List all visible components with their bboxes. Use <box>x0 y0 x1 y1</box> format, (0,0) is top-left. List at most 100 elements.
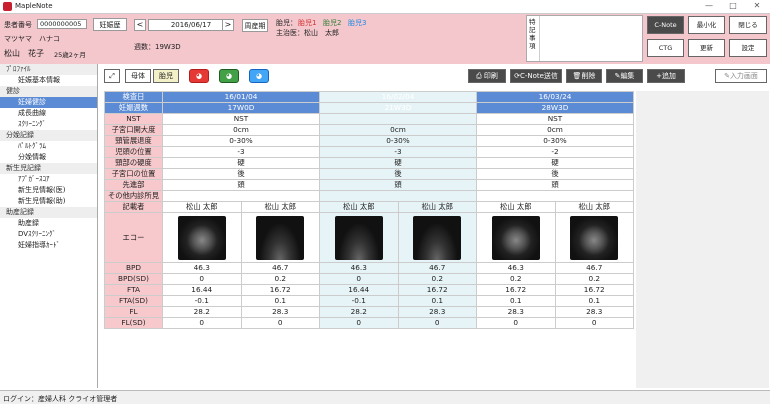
sidebar-group[interactable]: 新生児記録 <box>0 163 97 174</box>
exam-cell[interactable]: NST <box>476 113 634 125</box>
close-window-button[interactable]: ✕ <box>746 1 768 12</box>
sidebar-item[interactable]: ｽｸﾘｰﾆﾝｸﾞ <box>0 119 97 130</box>
exam-cell[interactable]: 28W3D <box>476 102 634 114</box>
fetus-2-link[interactable]: 胎児2 <box>323 18 341 28</box>
sidebar-item[interactable]: 成長曲線 <box>0 108 97 119</box>
edit-button[interactable]: ✎編集 <box>606 69 643 83</box>
exam-cell[interactable]: 頭 <box>476 179 634 191</box>
add-button[interactable]: +追加 <box>647 69 685 83</box>
sidebar-item[interactable]: 妊娠基本情報 <box>0 75 97 86</box>
exam-cell[interactable]: 21W3D <box>319 102 477 114</box>
sidebar-item[interactable]: 分娩情報 <box>0 152 97 163</box>
measure-cell[interactable]: 28.3 <box>397 306 477 318</box>
measure-cell[interactable]: 46.3 <box>319 262 399 274</box>
ultrasound-image[interactable] <box>256 215 305 260</box>
settings-button[interactable]: 設定 <box>729 39 767 57</box>
measure-cell[interactable]: 0 <box>319 317 399 329</box>
sidebar-item[interactable]: DVｽｸﾘｰﾆﾝｸﾞ <box>0 229 97 240</box>
measure-cell[interactable]: 0.2 <box>476 273 556 285</box>
measure-cell[interactable]: 46.7 <box>240 262 320 274</box>
echo-cell[interactable] <box>162 212 242 263</box>
exam-cell[interactable]: -2 <box>476 146 634 158</box>
measure-cell[interactable]: 0.1 <box>554 295 634 307</box>
input-screen-button[interactable]: ✎入力画面 <box>715 69 767 83</box>
measure-cell[interactable]: 0 <box>554 317 634 329</box>
sidebar-group[interactable]: 健診 <box>0 86 97 97</box>
maximize-window-button[interactable]: □ <box>722 1 744 12</box>
ultrasound-image[interactable] <box>570 215 619 260</box>
measure-cell[interactable]: 0.1 <box>397 295 477 307</box>
measure-cell[interactable]: 0.2 <box>554 273 634 285</box>
exam-cell[interactable]: 硬 <box>476 157 634 169</box>
fetus-1-link[interactable]: 胎児1 <box>298 18 316 28</box>
echo-cell[interactable] <box>319 212 399 263</box>
exam-cell[interactable]: 0-30% <box>476 135 634 147</box>
sidebar-item[interactable]: ﾊﾟﾙﾄｸﾞﾗﾑ <box>0 141 97 152</box>
sidebar-item[interactable]: 助産録 <box>0 218 97 229</box>
delete-button[interactable]: 🗑削除 <box>566 69 602 83</box>
exam-cell[interactable]: 硬 <box>319 157 477 169</box>
exam-cell[interactable]: 後 <box>476 168 634 180</box>
measure-cell[interactable]: 28.3 <box>476 306 556 318</box>
exam-cell[interactable]: NST <box>162 113 320 125</box>
measure-cell[interactable]: 16.72 <box>554 284 634 296</box>
echo-cell[interactable] <box>240 212 320 263</box>
measure-cell[interactable]: 28.3 <box>554 306 634 318</box>
ultrasound-image[interactable] <box>413 215 462 260</box>
print-button[interactable]: ⎙ 印刷 <box>468 69 506 83</box>
sidebar-item[interactable]: 新生児情報(助) <box>0 196 97 207</box>
exam-cell[interactable]: 17W0D <box>162 102 320 114</box>
sidebar-item[interactable]: ｱﾌﾟｶﾞｰｽｺｱ <box>0 174 97 185</box>
exam-cell[interactable]: 0cm <box>162 124 320 136</box>
measure-cell[interactable]: 46.3 <box>162 262 242 274</box>
next-date-button[interactable]: > <box>222 19 234 31</box>
ctg-button[interactable]: CTG <box>647 39 684 57</box>
exam-cell[interactable]: 16/01/04 <box>162 91 320 103</box>
fetus-2-icon[interactable]: ◕ <box>219 69 239 83</box>
exam-cell[interactable]: -3 <box>162 146 320 158</box>
sidebar-item[interactable]: 妊婦指導ｶｰﾄﾞ <box>0 240 97 251</box>
fetus-tab[interactable]: 胎児 <box>153 69 179 83</box>
measure-cell[interactable]: -0.1 <box>319 295 399 307</box>
measure-cell[interactable]: 0.1 <box>476 295 556 307</box>
measure-cell[interactable]: 46.7 <box>397 262 477 274</box>
mother-tab[interactable]: 母体 <box>125 69 151 83</box>
measure-cell[interactable]: 0 <box>476 317 556 329</box>
measure-cell[interactable]: 0 <box>240 317 320 329</box>
measure-cell[interactable]: 0.2 <box>397 273 477 285</box>
pregnancy-history-button[interactable]: 妊娠歴 <box>93 18 127 31</box>
minimize-button[interactable]: 最小化 <box>688 16 725 34</box>
echo-cell[interactable] <box>397 212 477 263</box>
sidebar-item[interactable]: 妊婦健診 <box>0 97 97 108</box>
measure-cell[interactable]: 0.2 <box>240 273 320 285</box>
echo-cell[interactable] <box>554 212 634 263</box>
special-notes-box[interactable]: 特記事項 <box>526 15 643 62</box>
exam-cell[interactable]: 16/03/24 <box>476 91 634 103</box>
minimize-window-button[interactable]: — <box>698 1 720 12</box>
measure-cell[interactable]: 46.7 <box>554 262 634 274</box>
sidebar-group[interactable]: 助産記録 <box>0 207 97 218</box>
measure-cell[interactable]: 0.1 <box>240 295 320 307</box>
perinatal-button[interactable]: 周産期 <box>242 19 268 32</box>
measure-cell[interactable]: 16.44 <box>162 284 242 296</box>
exam-cell[interactable]: 頭 <box>319 179 477 191</box>
exam-cell[interactable]: 頭 <box>162 179 320 191</box>
ultrasound-image[interactable] <box>491 215 540 260</box>
exam-cell[interactable]: 0cm <box>319 124 477 136</box>
fetus-1-icon[interactable]: ◕ <box>189 69 209 83</box>
measure-cell[interactable]: 28.2 <box>162 306 242 318</box>
fetus-3-icon[interactable]: ◕ <box>249 69 269 83</box>
exam-cell[interactable]: 硬 <box>162 157 320 169</box>
measure-cell[interactable]: 16.44 <box>319 284 399 296</box>
cnote-button[interactable]: C-Note <box>647 16 684 34</box>
ultrasound-image[interactable] <box>177 215 226 260</box>
sidebar-item[interactable]: 新生児情報(医) <box>0 185 97 196</box>
measure-cell[interactable]: 0 <box>162 317 242 329</box>
update-button[interactable]: 更新 <box>688 39 725 57</box>
exam-cell[interactable]: 0-30% <box>162 135 320 147</box>
measure-cell[interactable]: 28.3 <box>240 306 320 318</box>
ultrasound-image[interactable] <box>334 215 383 260</box>
measure-cell[interactable]: 16.72 <box>240 284 320 296</box>
measure-cell[interactable]: 0 <box>162 273 242 285</box>
exam-cell[interactable]: 16/02/04 <box>319 91 477 103</box>
